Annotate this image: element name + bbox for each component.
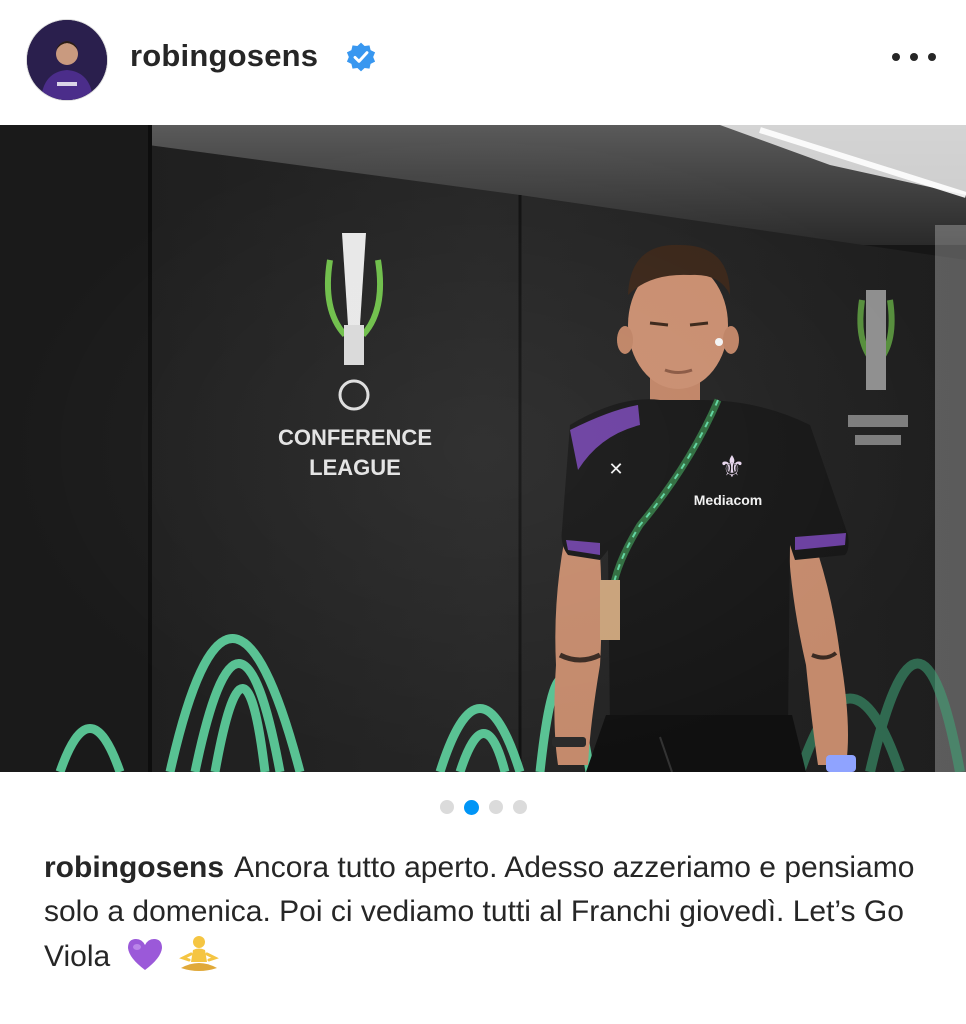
more-options-icon[interactable]	[892, 42, 936, 72]
carousel-dot	[488, 800, 503, 814]
more-dot	[892, 53, 900, 61]
purple-heart-icon	[127, 939, 162, 970]
carousel-dot	[439, 800, 454, 814]
verified-badge-icon	[346, 42, 376, 72]
post-header: robingosens	[0, 0, 966, 118]
carousel-indicator	[0, 800, 966, 818]
username[interactable]: robingosens	[130, 38, 318, 74]
post-caption: robingosens Ancora tutto aperto. Adesso a…	[44, 846, 924, 979]
person-lotus-icon	[178, 936, 219, 971]
more-dot	[910, 53, 918, 61]
carousel-dot-active	[463, 800, 479, 815]
caption-username[interactable]: robingosens	[44, 851, 224, 884]
profile-avatar[interactable]	[26, 19, 108, 101]
carousel-dot	[512, 800, 527, 814]
post-photo[interactable]: CONFERENCE LEAGUE ✕ ⚜ Mediacom	[0, 125, 966, 772]
more-dot	[928, 53, 936, 61]
